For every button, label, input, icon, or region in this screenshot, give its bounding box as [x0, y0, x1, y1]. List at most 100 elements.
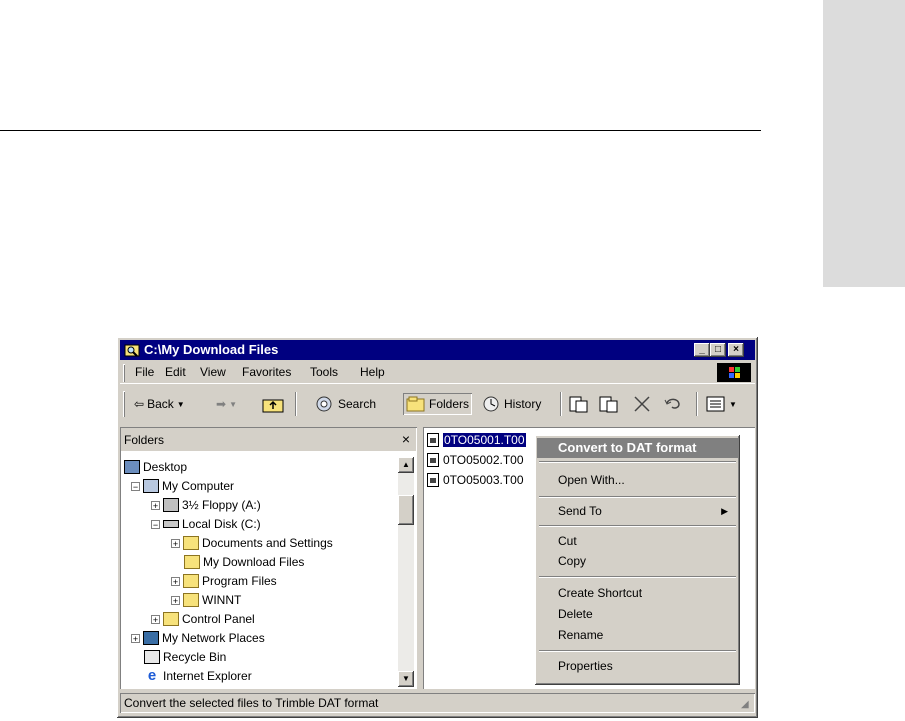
move-to-icon	[569, 396, 588, 413]
undo-icon	[664, 398, 680, 409]
tree-item-my-download-files[interactable]: My Download Files	[184, 553, 304, 571]
tree-label: My Network Places	[162, 631, 265, 645]
expand-icon[interactable]: +	[171, 576, 180, 586]
scroll-down-button[interactable]: ▼	[398, 671, 414, 687]
status-text: Convert the selected files to Trimble DA…	[124, 696, 379, 710]
tree-item-control-panel[interactable]: + Control Panel	[151, 610, 255, 628]
folders-pane: Folders × Desktop − My Computer + 3½ Flo…	[120, 427, 417, 689]
scroll-thumb[interactable]	[398, 495, 414, 525]
tree-label: Local Disk (C:)	[182, 517, 261, 531]
collapse-icon[interactable]: −	[151, 519, 160, 529]
search-button[interactable]: Search	[315, 393, 376, 415]
menu-separator	[539, 496, 736, 498]
file-item[interactable]: 0TO05003.T00	[427, 471, 524, 489]
folders-icon	[406, 396, 425, 412]
menu-item-open-with[interactable]: Open With...	[537, 470, 738, 490]
views-button[interactable]: ▼	[706, 393, 737, 415]
menu-favorites[interactable]: Favorites	[242, 365, 291, 379]
up-folder-button[interactable]	[262, 393, 284, 415]
menu-edit[interactable]: Edit	[165, 365, 186, 379]
computer-icon	[143, 479, 159, 493]
menu-separator	[539, 650, 736, 652]
forward-arrow-icon: ➡	[216, 397, 227, 411]
floppy-icon	[163, 498, 179, 512]
tree-item-local-disk[interactable]: − Local Disk (C:)	[151, 515, 261, 533]
expand-icon[interactable]: +	[171, 538, 180, 548]
history-icon	[483, 396, 499, 412]
scroll-up-button[interactable]: ▲	[398, 457, 414, 473]
menu-item-rename[interactable]: Rename	[537, 625, 738, 645]
close-button[interactable]: ×	[728, 343, 744, 357]
menu-item-send-to[interactable]: Send To ▶	[537, 501, 738, 521]
expand-icon[interactable]: +	[151, 500, 160, 510]
tree-item-my-computer[interactable]: − My Computer	[131, 477, 234, 495]
folders-scrollbar[interactable]: ▲ ▼	[398, 457, 414, 687]
menu-separator	[539, 576, 736, 578]
menu-file[interactable]: File	[135, 365, 154, 379]
menu-bar: File Edit View Favorites Tools Help	[120, 362, 755, 384]
toolbar-separator	[560, 392, 562, 416]
history-button[interactable]: History	[481, 393, 541, 415]
tree-item-winnt[interactable]: + WINNT	[171, 591, 241, 609]
search-icon	[316, 396, 332, 412]
expand-icon[interactable]: +	[131, 633, 140, 643]
menu-item-convert-to-dat[interactable]: Convert to DAT format	[537, 438, 738, 458]
folder-search-icon	[124, 344, 140, 357]
back-button[interactable]: ⇦ Back ▼	[134, 393, 185, 415]
delete-button[interactable]	[632, 393, 652, 415]
views-dropdown-icon: ▼	[729, 399, 737, 409]
desktop-icon	[124, 460, 140, 474]
folders-button[interactable]: Folders	[403, 393, 472, 415]
network-icon	[143, 631, 159, 645]
search-label: Search	[338, 397, 377, 411]
file-item[interactable]: 0TO05002.T00	[427, 451, 524, 469]
menu-tools[interactable]: Tools	[310, 365, 338, 379]
folders-header-label: Folders	[124, 433, 165, 447]
collapse-icon[interactable]: −	[131, 481, 140, 491]
menu-item-cut[interactable]: Cut	[537, 531, 738, 551]
menu-view[interactable]: View	[200, 365, 226, 379]
tree-item-documents[interactable]: + Documents and Settings	[171, 534, 333, 552]
expand-icon[interactable]: +	[171, 595, 180, 605]
undo-button[interactable]	[663, 393, 683, 415]
tree-item-floppy[interactable]: + 3½ Floppy (A:)	[151, 496, 261, 514]
toolbar-grip[interactable]	[123, 391, 125, 417]
tree-item-internet-explorer[interactable]: e Internet Explorer	[144, 667, 252, 685]
folders-close-icon[interactable]: ×	[402, 431, 410, 447]
menu-item-create-shortcut[interactable]: Create Shortcut	[537, 583, 738, 603]
control-panel-icon	[163, 612, 179, 626]
menubar-grip[interactable]	[123, 364, 125, 382]
resize-grip-icon[interactable]: ◢	[741, 699, 753, 711]
file-icon	[427, 473, 439, 487]
context-menu: Convert to DAT format Open With... Send …	[535, 435, 740, 685]
expand-icon[interactable]: +	[151, 614, 160, 624]
menu-item-copy[interactable]: Copy	[537, 551, 738, 571]
window-title: C:\My Download Files	[144, 342, 279, 357]
ie-icon: e	[147, 667, 157, 684]
move-to-button[interactable]	[568, 393, 590, 415]
maximize-button[interactable]: □	[710, 343, 726, 357]
menu-help[interactable]: Help	[360, 365, 385, 379]
minimize-button[interactable]: _	[694, 343, 710, 357]
tree-item-program-files[interactable]: + Program Files	[171, 572, 277, 590]
tree-item-recycle-bin[interactable]: Recycle Bin	[144, 648, 226, 666]
tree-label: WINNT	[202, 593, 242, 607]
copy-to-button[interactable]	[598, 393, 620, 415]
tree-label: My Download Files	[203, 555, 305, 569]
recycle-bin-icon	[144, 650, 160, 664]
tree-item-network[interactable]: + My Network Places	[131, 629, 265, 647]
menu-item-properties[interactable]: Properties	[537, 656, 738, 676]
toolbar: ⇦ Back ▼ ➡ ▼ Search Folders History ▼	[120, 387, 755, 419]
send-to-label: Send To	[558, 504, 602, 518]
delete-icon	[634, 396, 650, 412]
forward-button[interactable]: ➡ ▼	[216, 393, 237, 415]
file-icon	[427, 433, 439, 447]
file-name: 0TO05003.T00	[443, 473, 524, 487]
file-item[interactable]: 0TO05001.T00	[427, 431, 526, 449]
tree-label: Program Files	[202, 574, 277, 588]
menu-item-delete[interactable]: Delete	[537, 604, 738, 624]
title-bar[interactable]: C:\My Download Files _ □ ×	[120, 340, 755, 360]
tree-item-desktop[interactable]: Desktop	[124, 458, 187, 476]
horizontal-rule	[0, 130, 761, 131]
views-icon	[706, 396, 725, 412]
